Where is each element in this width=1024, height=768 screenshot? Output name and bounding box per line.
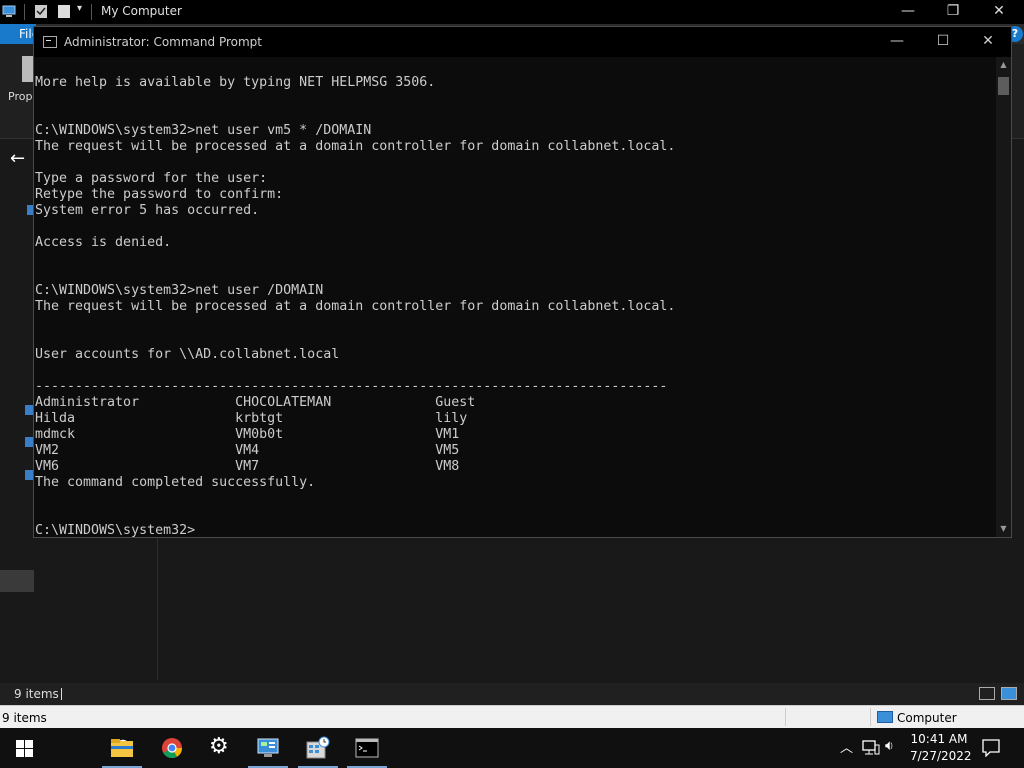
status-location: Computer bbox=[897, 711, 957, 725]
chrome-icon bbox=[162, 738, 183, 759]
cmd-close-button[interactable]: ✕ bbox=[965, 27, 1011, 57]
scroll-down-arrow-icon[interactable]: ▼ bbox=[996, 521, 1011, 537]
explorer-maximize-button[interactable]: ❐ bbox=[930, 0, 976, 24]
search-button[interactable] bbox=[48, 728, 130, 768]
action-center-notification-icon[interactable] bbox=[982, 739, 1000, 757]
scroll-thumb[interactable] bbox=[998, 77, 1009, 95]
status-divider bbox=[785, 708, 786, 726]
item-count: 9 items bbox=[14, 687, 59, 701]
customize-quick-access-icon[interactable]: ▾ bbox=[77, 3, 82, 14]
console-line: Hilda krbtgt lily bbox=[35, 411, 468, 426]
file-tab[interactable]: File bbox=[0, 24, 36, 44]
cmd-maximize-button[interactable]: ☐ bbox=[920, 27, 966, 57]
explorer-titlebar: ▾ My Computer — ❐ ✕ bbox=[0, 0, 1024, 24]
control-panel-icon bbox=[257, 738, 279, 757]
console-line: User accounts for \\AD.collabnet.local bbox=[35, 347, 340, 362]
separator bbox=[24, 4, 25, 20]
console-line: The command completed successfully. bbox=[35, 475, 316, 490]
command-prompt-window[interactable]: Administrator: Command Prompt — ☐ ✕ More… bbox=[33, 26, 1012, 538]
start-button[interactable] bbox=[0, 728, 48, 768]
folder-icon bbox=[111, 739, 133, 757]
computer-icon bbox=[877, 711, 893, 723]
console-line: The request will be processed at a domai… bbox=[35, 299, 676, 314]
console-line: System error 5 has occurred. bbox=[35, 203, 260, 218]
computer-icon bbox=[2, 5, 16, 17]
explorer-title: My Computer bbox=[101, 4, 182, 18]
console-line: VM6 VM7 VM8 bbox=[35, 459, 460, 474]
console-line: VM2 VM4 VM5 bbox=[35, 443, 460, 458]
console-output[interactable]: More help is available by typing NET HEL… bbox=[34, 57, 996, 537]
taskbar-chrome[interactable] bbox=[148, 728, 196, 768]
nav-item-icon[interactable] bbox=[25, 470, 33, 480]
gear-icon: ⚙ bbox=[209, 734, 229, 759]
console-scrollbar[interactable]: ▲ ▼ bbox=[996, 57, 1011, 537]
classic-status-bar: 9 items Computer bbox=[0, 705, 1024, 728]
console-icon[interactable] bbox=[43, 36, 57, 48]
cmd-minimize-button[interactable]: — bbox=[874, 27, 920, 57]
network-icon[interactable] bbox=[862, 740, 880, 756]
status-divider bbox=[61, 688, 62, 700]
explorer-status-bar: 9 items bbox=[0, 683, 1024, 705]
explorer-minimize-button[interactable]: — bbox=[885, 0, 931, 24]
clock-date[interactable]: 7/27/2022 bbox=[910, 749, 972, 763]
console-line: ----------------------------------------… bbox=[35, 379, 668, 394]
cmd-titlebar[interactable]: Administrator: Command Prompt — ☐ ✕ bbox=[34, 27, 1011, 57]
nav-selected-item[interactable] bbox=[0, 570, 34, 592]
status-divider bbox=[870, 708, 871, 726]
console-line: More help is available by typing NET HEL… bbox=[35, 75, 436, 90]
command-prompt-icon bbox=[355, 738, 379, 758]
taskbar-file-explorer[interactable] bbox=[98, 728, 146, 768]
console-line: C:\WINDOWS\system32> bbox=[35, 523, 196, 537]
console-line: The request will be processed at a domai… bbox=[35, 139, 676, 154]
task-scheduler-icon bbox=[306, 736, 330, 759]
nav-item-icon[interactable] bbox=[25, 437, 33, 447]
details-view-icon[interactable] bbox=[979, 687, 995, 700]
taskbar-control-panel[interactable] bbox=[244, 728, 292, 768]
taskbar-settings[interactable]: ⚙ bbox=[196, 728, 244, 768]
console-line: C:\WINDOWS\system32>net user /DOMAIN bbox=[35, 283, 324, 298]
explorer-close-button[interactable]: ✕ bbox=[976, 0, 1022, 24]
taskbar-command-prompt[interactable] bbox=[343, 728, 391, 768]
separator bbox=[91, 4, 92, 20]
new-folder-quick-icon[interactable] bbox=[57, 4, 71, 19]
scroll-up-arrow-icon[interactable]: ▲ bbox=[996, 57, 1011, 73]
console-line: mdmck VM0b0t VM1 bbox=[35, 427, 460, 442]
taskbar: ⚙ ︿ 🔉︎ 10:41 AM 7/27/2022 bbox=[0, 728, 1024, 768]
large-icons-view-icon[interactable] bbox=[1001, 687, 1017, 700]
console-line: Retype the password to confirm: bbox=[35, 187, 284, 202]
console-line: Administrator CHOCOLATEMAN Guest bbox=[35, 395, 476, 410]
console-line: C:\WINDOWS\system32>net user vm5 * /DOMA… bbox=[35, 123, 372, 138]
console-line: Access is denied. bbox=[35, 235, 172, 250]
volume-icon[interactable]: 🔉︎ bbox=[885, 738, 894, 754]
taskbar-task-scheduler[interactable] bbox=[294, 728, 342, 768]
show-hidden-icons-chevron-up-icon[interactable]: ︿ bbox=[840, 737, 853, 756]
cmd-title: Administrator: Command Prompt bbox=[64, 35, 262, 49]
windows-logo-icon bbox=[16, 740, 33, 757]
nav-item-icon[interactable] bbox=[25, 405, 33, 415]
back-arrow-icon[interactable]: ← bbox=[10, 148, 25, 169]
console-line: Type a password for the user: bbox=[35, 171, 268, 186]
properties-quick-icon[interactable] bbox=[34, 4, 48, 19]
status-item-count: 9 items bbox=[2, 711, 47, 725]
clock-time[interactable]: 10:41 AM bbox=[910, 732, 968, 746]
